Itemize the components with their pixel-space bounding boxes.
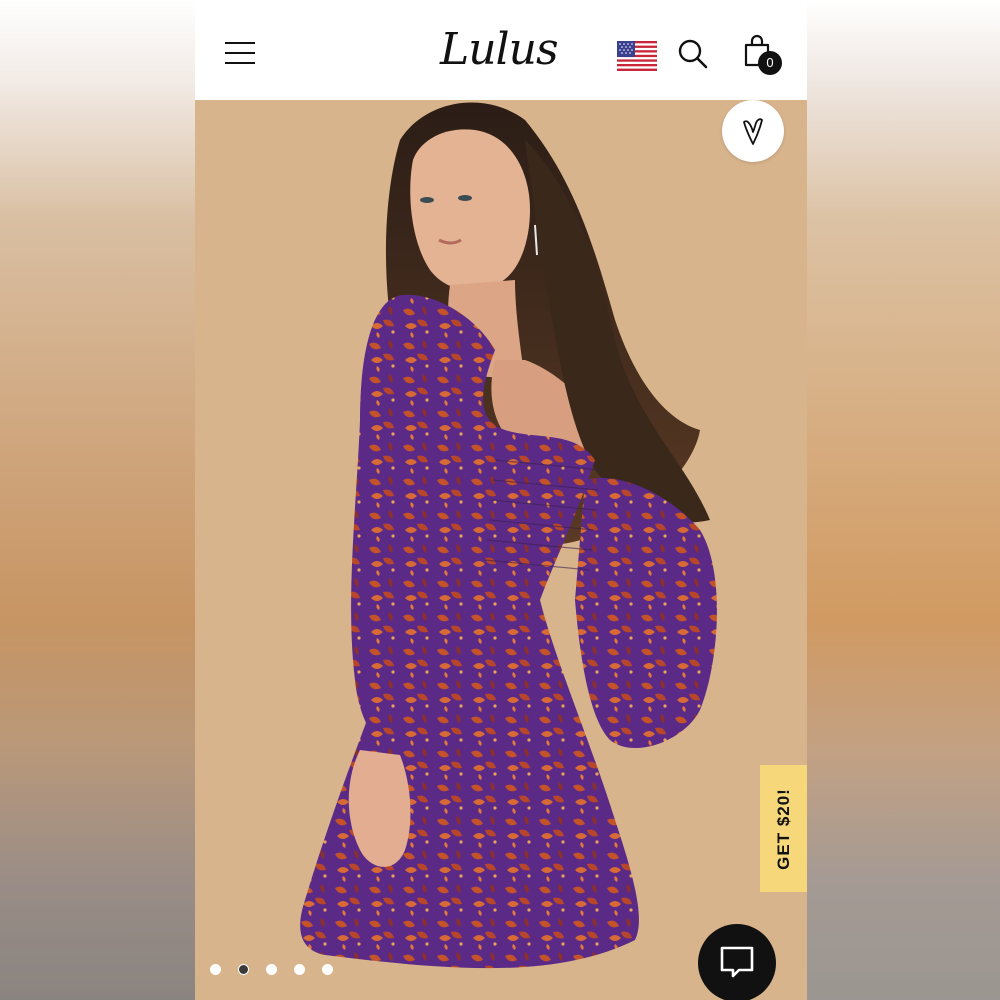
carousel-dot[interactable] — [294, 964, 305, 975]
product-image[interactable] — [195, 100, 807, 1000]
heart-icon — [743, 118, 763, 145]
chat-button[interactable] — [698, 924, 776, 1000]
blurred-background-right — [807, 0, 1000, 1000]
cart-count-badge: 0 — [758, 51, 782, 75]
promo-label: GET $20! — [773, 787, 793, 870]
search-icon[interactable] — [677, 38, 709, 70]
wishlist-button[interactable] — [722, 100, 784, 162]
carousel-dot[interactable] — [210, 964, 221, 975]
brand-logo[interactable]: Lulus — [440, 22, 560, 82]
mobile-page: Lulus 0 GET $20! — [195, 0, 807, 1000]
site-header: Lulus 0 — [195, 0, 807, 100]
carousel-dot[interactable] — [238, 964, 249, 975]
menu-icon[interactable] — [225, 42, 255, 64]
model-illustration — [300, 102, 717, 969]
carousel-dot[interactable] — [266, 964, 277, 975]
chat-icon — [720, 946, 754, 978]
us-flag-icon[interactable] — [617, 41, 657, 71]
promo-tab[interactable]: GET $20! — [760, 765, 807, 892]
blurred-background-left — [0, 0, 195, 1000]
carousel-dot[interactable] — [322, 964, 333, 975]
